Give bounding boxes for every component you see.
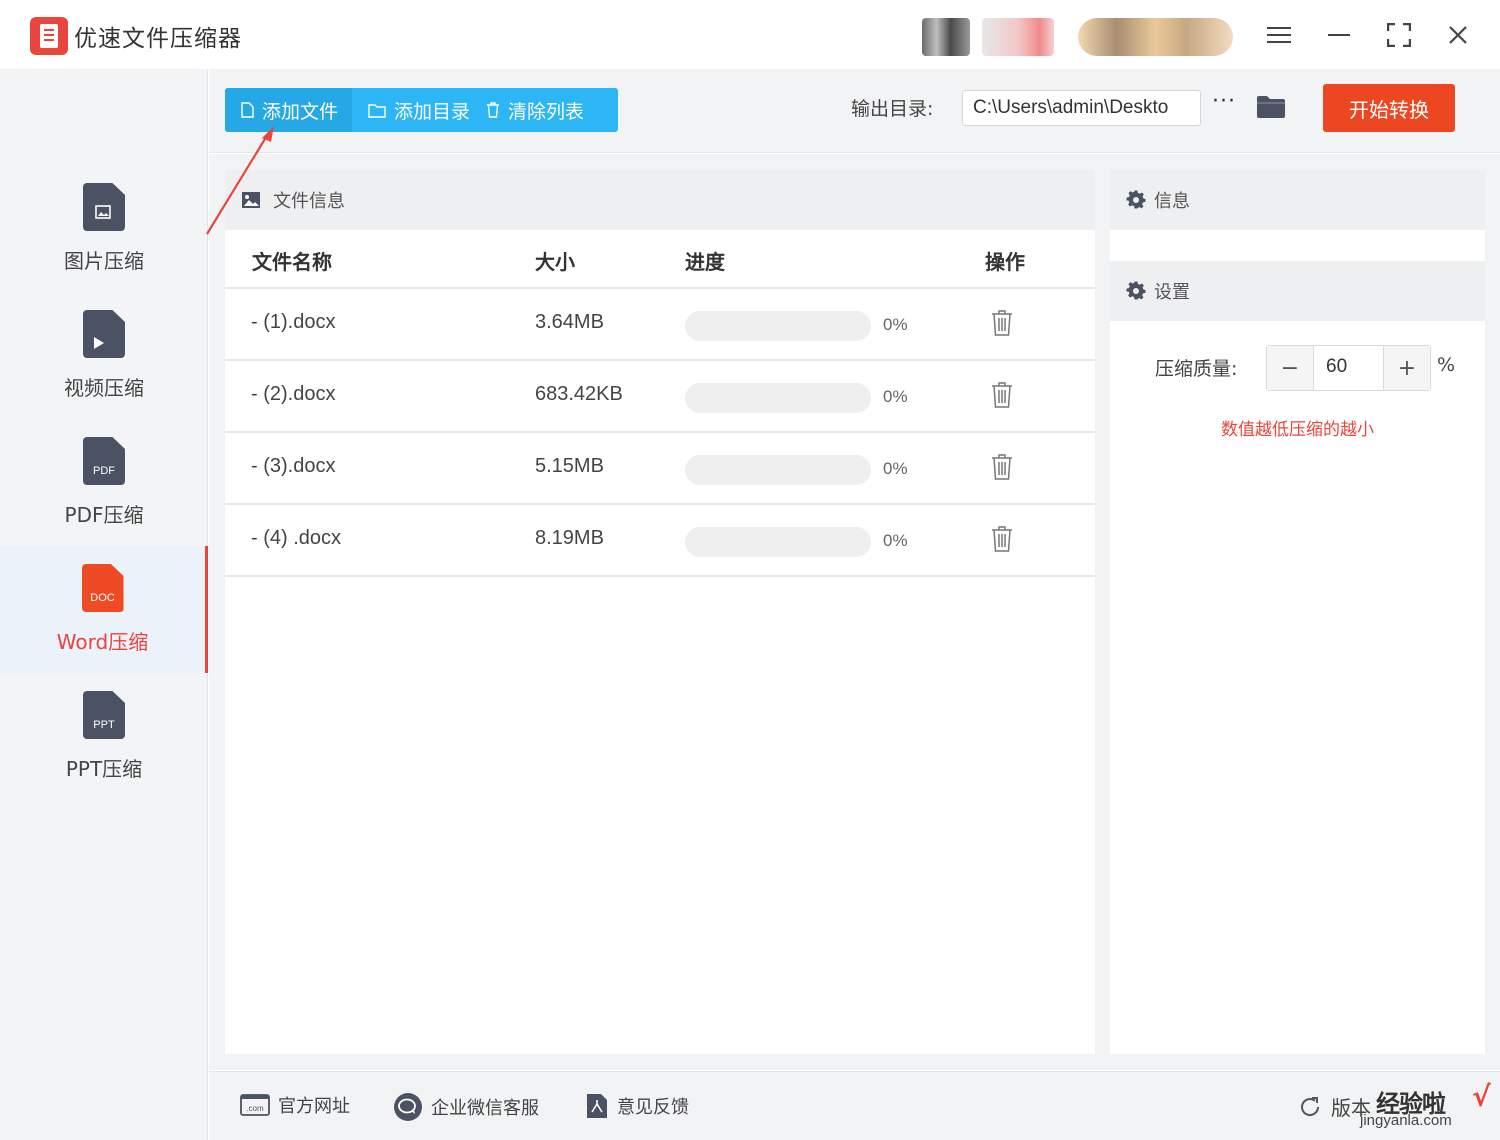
sidebar-item-pdf-compress[interactable]: PDF PDF压缩 (0, 419, 208, 546)
sidebar-item-label: Word压缩 (56, 630, 149, 654)
file-name: - (1).docx (251, 311, 336, 333)
website-icon: .com (240, 1094, 270, 1116)
title-bar: 优速文件压缩器 (0, 0, 1500, 69)
blurred-avatar (922, 18, 970, 56)
column-header-action: 操作 (985, 250, 1025, 274)
settings-panel-title: 设置 (1154, 282, 1190, 303)
folder-icon[interactable] (1256, 95, 1286, 119)
menu-icon[interactable] (1262, 18, 1296, 52)
file-size: 5.15MB (535, 455, 604, 477)
quality-hint: 数值越低压缩的越小 (1221, 420, 1374, 440)
file-name: - (4) .docx (251, 527, 342, 549)
official-website-link[interactable]: .com 官方网址 (240, 1092, 350, 1118)
file-panel-header: 文件信息 (225, 170, 1095, 230)
quality-stepper: − 60 + (1266, 345, 1431, 391)
wechat-icon (394, 1093, 422, 1121)
start-convert-button[interactable]: 开始转换 (1323, 84, 1455, 132)
delete-trash-icon[interactable] (991, 525, 1013, 553)
gear-icon (1126, 281, 1146, 300)
refresh-icon (1301, 1096, 1320, 1116)
more-options-button[interactable]: ··· (1212, 89, 1236, 114)
file-panel-title: 文件信息 (273, 191, 345, 212)
settings-panel-header: 设置 (1110, 261, 1485, 321)
file-name: - (2).docx (251, 383, 336, 405)
gear-icon (1126, 190, 1146, 209)
watermark-check-icon: √ (1472, 1080, 1491, 1113)
file-name: - (3).docx (251, 455, 336, 477)
quality-label: 压缩质量: (1155, 358, 1238, 380)
image-icon (242, 192, 260, 208)
progress-percent: 0% (883, 387, 908, 406)
file-size: 3.64MB (535, 311, 604, 333)
progress-bar (685, 311, 871, 341)
pdf-file-icon: PDF (83, 437, 125, 485)
right-panel: 信息 设置 压缩质量: − 60 + % 数值越低压缩的越小 (1110, 170, 1485, 1054)
increase-button[interactable]: + (1384, 346, 1430, 390)
delete-trash-icon[interactable] (991, 309, 1013, 337)
progress-percent: 0% (883, 315, 908, 334)
file-size: 683.42KB (535, 383, 623, 405)
sidebar-item-word-compress[interactable]: DOC Word压缩 (0, 546, 208, 673)
sidebar-item-label: PDF压缩 (64, 503, 144, 527)
sidebar: 图片压缩 视频压缩 PDF PDF压缩 DOC Word压缩 PPT PPT压缩 (0, 69, 208, 1140)
column-header-name: 文件名称 (252, 250, 332, 274)
video-file-icon (83, 310, 125, 358)
progress-percent: 0% (883, 531, 908, 550)
column-header-progress: 进度 (685, 250, 725, 274)
progress-bar (685, 383, 871, 413)
table-row: - (2).docx 683.42KB 0% (225, 361, 1095, 433)
app-title: 优速文件压缩器 (74, 26, 242, 52)
svg-text:.com: .com (246, 1104, 264, 1113)
sidebar-item-label: PPT压缩 (65, 757, 143, 781)
sidebar-item-label: 视频压缩 (64, 376, 144, 400)
column-header-size: 大小 (535, 250, 575, 274)
quality-input[interactable]: 60 (1313, 346, 1384, 390)
output-dir-field[interactable]: C:\Users\admin\Deskto (962, 90, 1201, 126)
doc-file-icon: DOC (81, 564, 124, 612)
blurred-account-info (1078, 18, 1233, 56)
quality-unit: % (1437, 354, 1456, 376)
delete-trash-icon[interactable] (991, 381, 1013, 409)
feedback-link[interactable]: 意见反馈 (585, 1092, 689, 1120)
toolbar: 添加文件 添加目录 清除列表 输出目录: C:\Users\admin\Desk… (209, 69, 1500, 153)
table-row: - (4) .docx 8.19MB 0% (225, 505, 1095, 577)
add-folder-button[interactable]: 添加目录 (352, 88, 470, 132)
blurred-badge (982, 18, 1054, 56)
file-info-panel: 文件信息 文件名称 大小 进度 操作 - (1).docx 3.64MB 0% … (225, 170, 1095, 1054)
feedback-icon (587, 1094, 607, 1118)
progress-bar (685, 527, 871, 557)
file-button-group: 添加文件 添加目录 清除列表 (225, 88, 618, 132)
progress-percent: 0% (883, 459, 908, 478)
delete-trash-icon[interactable] (991, 453, 1013, 481)
sidebar-item-image-compress[interactable]: 图片压缩 (0, 165, 208, 292)
table-row: - (1).docx 3.64MB 0% (225, 289, 1095, 361)
sidebar-item-label: 图片压缩 (64, 249, 144, 273)
minimize-icon[interactable] (1322, 18, 1356, 52)
wechat-support-link[interactable]: 企业微信客服 (393, 1092, 539, 1122)
trash-icon (487, 102, 500, 118)
sidebar-item-video-compress[interactable]: 视频压缩 (0, 292, 208, 419)
progress-bar (685, 455, 871, 485)
watermark: 经验啦 √ jingyanla.com (1360, 1080, 1500, 1136)
info-panel-header: 信息 (1110, 170, 1485, 230)
ppt-file-icon: PPT (83, 691, 125, 739)
image-file-icon (83, 183, 125, 231)
maximize-icon[interactable] (1382, 18, 1416, 52)
folder-outline-icon (368, 103, 386, 118)
add-file-button[interactable]: 添加文件 (225, 88, 353, 132)
file-icon (241, 102, 254, 118)
watermark-domain: jingyanla.com (1360, 1112, 1452, 1129)
sidebar-item-ppt-compress[interactable]: PPT PPT压缩 (0, 673, 208, 800)
file-size: 8.19MB (535, 527, 604, 549)
info-panel-title: 信息 (1154, 191, 1190, 212)
close-icon[interactable] (1441, 18, 1475, 52)
table-row: - (3).docx 5.15MB 0% (225, 433, 1095, 505)
decrease-button[interactable]: − (1267, 346, 1313, 390)
footer: .com 官方网址 企业微信客服 意见反馈 版本 (209, 1071, 1500, 1140)
output-dir-label: 输出目录: (851, 98, 934, 120)
clear-list-button[interactable]: 清除列表 (470, 88, 584, 132)
app-logo-icon (30, 17, 68, 55)
